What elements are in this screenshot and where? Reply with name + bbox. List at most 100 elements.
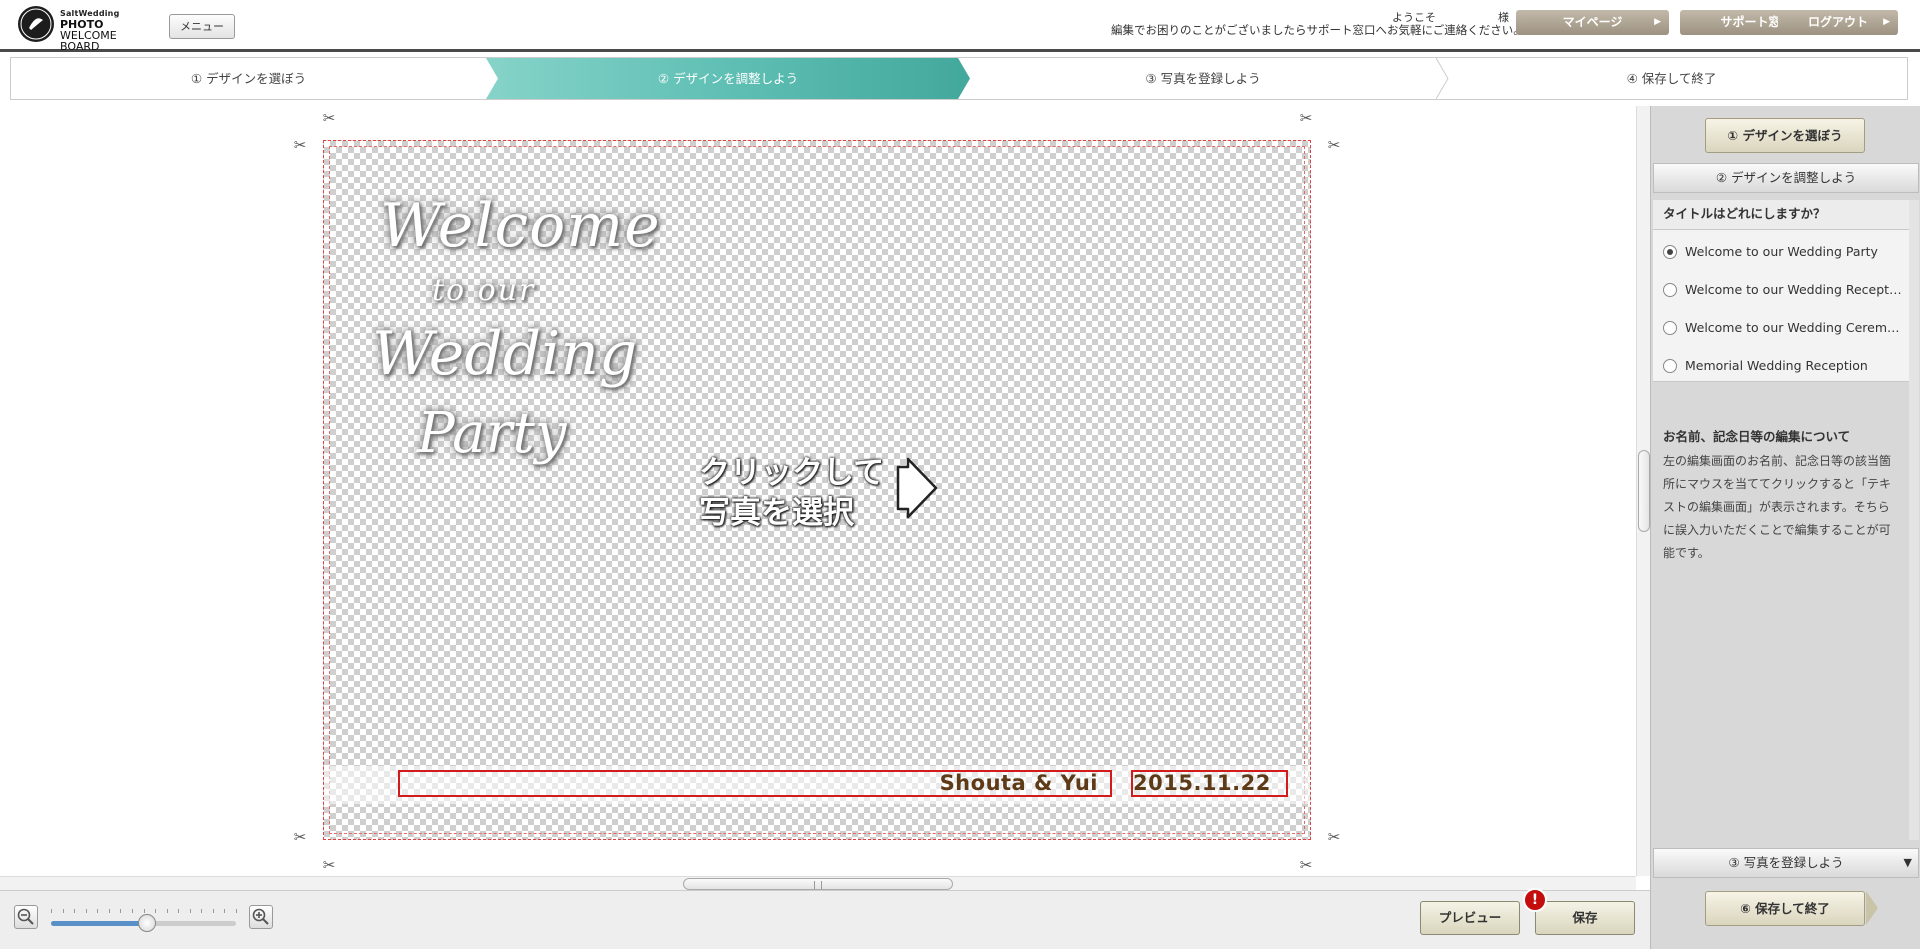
save-button[interactable]: 保存 [1535, 901, 1635, 935]
slider-tick [155, 909, 157, 913]
slider-tick [212, 909, 214, 913]
zoom-slider[interactable] [51, 914, 236, 932]
triangle-down-icon: ▼ [1903, 856, 1912, 869]
crop-mark-icon: ✂ [1299, 109, 1313, 127]
edit-info-title: お名前、記念日等の編集について [1663, 429, 1851, 444]
slider-tick [189, 909, 191, 913]
section-adjust-design[interactable]: ② デザインを調整しよう [1653, 163, 1919, 193]
photo-select-hint[interactable]: クリックして 写真を選択 [699, 447, 959, 531]
date-text: 2015.11.22 [1133, 771, 1271, 795]
panel-scrollbar[interactable] [1909, 200, 1919, 840]
title-option-label: Welcome to our Wedding Party [1685, 244, 1878, 259]
vertical-scroll-thumb[interactable] [1638, 450, 1650, 532]
title-option[interactable]: Welcome to our Wedding Ceremony [1663, 318, 1903, 338]
side-panel: ① デザインを選ぼう ② デザインを調整しよう タイトルはどれにしますか？ We… [1650, 106, 1920, 949]
alert-icon: ! [1523, 888, 1547, 912]
title-options: Welcome to our Wedding Party Welcome to … [1653, 230, 1909, 382]
step-adjust-design[interactable]: ② デザインを調整しよう [486, 58, 970, 99]
logo-emblem-icon [18, 6, 54, 42]
slider-tick [85, 909, 87, 913]
slider-tick [224, 909, 226, 913]
title-line-wedding: Wedding [372, 319, 638, 389]
step-save-finish[interactable]: ④ 保存して終了 [1436, 58, 1907, 99]
radio-icon[interactable] [1663, 358, 1677, 373]
slider-tick [143, 909, 145, 913]
step-register-photo[interactable]: ③ 写真を登録しよう [970, 58, 1436, 99]
arrow-right-icon [896, 457, 938, 519]
zoom-slider-handle[interactable] [138, 914, 157, 932]
title-option-label: Welcome to our Wedding Ceremony [1685, 320, 1903, 335]
radio-icon[interactable] [1663, 282, 1677, 297]
title-line-welcome: Welcome [380, 191, 661, 261]
slider-tick [236, 909, 237, 913]
section-register-photo[interactable]: ③ 写真を登録しよう ▼ [1653, 848, 1919, 878]
title-question: タイトルはどれにしますか？ [1653, 200, 1909, 230]
slider-tick [97, 909, 99, 913]
contact-message: 編集でお困りのことがございましたらサポート窓口へお気軽にご連絡ください。 [1111, 23, 1525, 37]
title-option-label: Memorial Wedding Reception [1685, 358, 1868, 373]
hint-line-1: クリックして [699, 455, 885, 491]
radio-selected-icon[interactable] [1663, 244, 1677, 259]
chevron-right-icon: ▶ [1883, 17, 1890, 27]
back-button-label: ① デザインを選ぼう [1727, 128, 1843, 143]
title-option[interactable]: Welcome to our Wedding Party [1663, 242, 1903, 262]
logo-title-line2: WELCOME BOARD [60, 29, 117, 53]
slider-tick [166, 909, 168, 913]
crop-mark-icon: ✂ [322, 856, 336, 874]
slider-tick [51, 909, 52, 913]
bottom-toolbar: プレビュー 保存 ! [0, 888, 1650, 949]
welcome-board[interactable]: Welcome to our Wedding Party クリックして 写真を選… [323, 140, 1311, 840]
save-and-finish-button[interactable]: ⑥ 保存して終了 [1705, 891, 1878, 926]
preview-button[interactable]: プレビュー [1420, 901, 1520, 935]
logout-button[interactable]: ログアウト ▶ [1778, 10, 1898, 35]
slider-tick [74, 909, 76, 913]
zoom-in-button[interactable] [249, 905, 273, 929]
step-progress-bar: ① デザインを選ぼう ② デザインを調整しよう ③ 写真を登録しよう ④ 保存し… [10, 57, 1908, 100]
title-artwork[interactable]: Welcome to our Wedding Party [372, 191, 660, 521]
slider-tick [108, 909, 110, 913]
menu-button[interactable]: メニュー [169, 14, 235, 39]
slider-tick [131, 909, 133, 913]
crop-mark-icon: ✂ [1299, 856, 1313, 874]
mypage-button[interactable]: マイページ ▶ [1516, 10, 1669, 35]
slider-tick [201, 909, 203, 913]
edit-info-section: お名前、記念日等の編集について 左の編集画面のお名前、記念日等の該当箇所にマウス… [1653, 382, 1909, 840]
app-header: SaltWedding PHOTO WELCOME BOARD メニュー ようこ… [0, 0, 1920, 52]
crop-mark-icon: ✂ [293, 828, 307, 846]
edit-info-body: 左の編集画面のお名前、記念日等の該当箇所にマウスを当ててクリックすると「テキスト… [1663, 454, 1892, 560]
chevron-right-icon: ▶ [1654, 17, 1661, 27]
save-and-finish-label: ⑥ 保存して終了 [1740, 901, 1830, 916]
date-text-field[interactable]: 2015.11.22 [1131, 770, 1288, 797]
back-to-choose-design-button[interactable]: ① デザインを選ぼう [1705, 118, 1865, 153]
slider-tick [120, 909, 122, 913]
step-choose-design[interactable]: ① デザインを選ぼう [11, 58, 486, 99]
logo-brand-text: SaltWedding [60, 9, 120, 18]
names-text-field[interactable]: Shouta & Yui [398, 770, 1112, 797]
crop-mark-icon: ✂ [322, 109, 336, 127]
zoom-slider-fill [51, 921, 148, 926]
section-register-photo-label: ③ 写真を登録しよう [1728, 855, 1844, 870]
app-logo[interactable]: SaltWedding PHOTO WELCOME BOARD [18, 6, 158, 52]
slider-tick [62, 909, 64, 913]
logout-button-label: ログアウト [1807, 15, 1868, 29]
crop-mark-icon: ✂ [293, 136, 307, 154]
zoom-out-icon [17, 908, 34, 925]
canvas-horizontal-scrollbar[interactable] [0, 876, 1636, 890]
hint-line-2: 写真を選択 [699, 495, 854, 531]
crop-mark-icon: ✂ [1327, 136, 1341, 154]
title-option[interactable]: Memorial Wedding Reception [1663, 356, 1903, 376]
crop-mark-icon: ✂ [1327, 828, 1341, 846]
grip-icon [814, 881, 822, 889]
slider-tick [178, 909, 180, 913]
zoom-out-button[interactable] [14, 905, 38, 929]
title-option[interactable]: Welcome to our Wedding Reception [1663, 280, 1903, 300]
title-line-party: Party [417, 401, 567, 466]
title-option-label: Welcome to our Wedding Reception [1685, 282, 1903, 297]
radio-icon[interactable] [1663, 320, 1677, 335]
arrow-tab-icon [1866, 891, 1878, 925]
mypage-button-label: マイページ [1562, 15, 1623, 29]
zoom-in-icon [252, 908, 269, 925]
title-line-to-our: to our [432, 273, 536, 308]
canvas-vertical-scrollbar[interactable] [1636, 106, 1650, 876]
horizontal-scroll-thumb[interactable] [683, 878, 953, 890]
